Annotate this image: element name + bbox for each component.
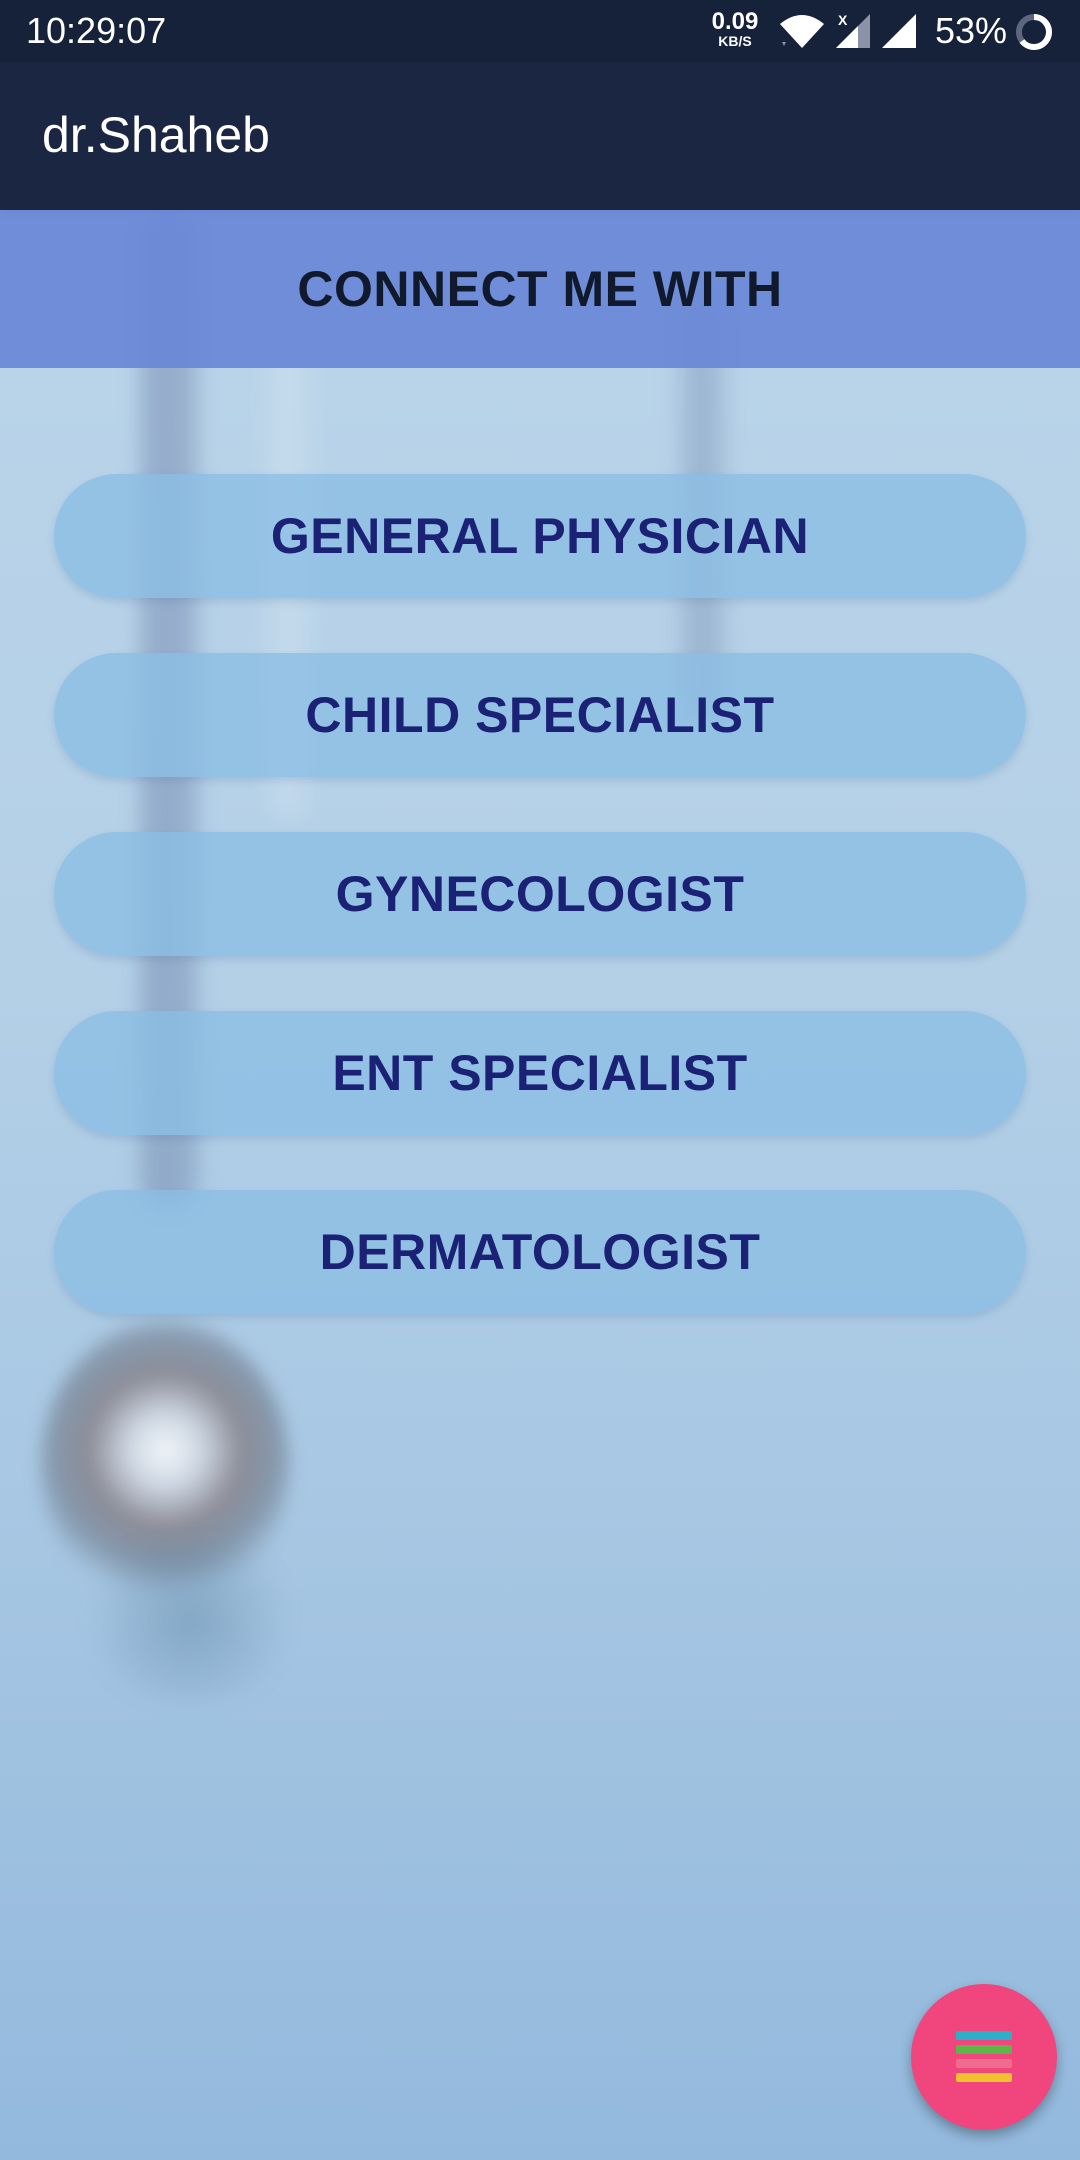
gynecologist-button[interactable]: GYNECOLOGIST <box>54 832 1026 956</box>
button-label: GENERAL PHYSICIAN <box>270 508 810 564</box>
menu-icon <box>956 2031 1012 2083</box>
app-screen: 10:29:07 0.09 KB/S X 53% dr.Shaheb CONNE… <box>0 0 1080 2160</box>
button-label: GYNECOLOGIST <box>335 866 745 922</box>
status-time: 10:29:07 <box>26 10 167 51</box>
wifi-icon <box>780 15 824 48</box>
button-label: CHILD SPECIALIST <box>305 687 775 743</box>
network-speed-value: 0.09 <box>711 8 759 35</box>
general-physician-button[interactable]: GENERAL PHYSICIAN <box>54 474 1026 598</box>
battery-percent: 53% <box>935 10 1008 51</box>
menu-bar <box>956 2045 1012 2054</box>
button-label: DERMATOLOGIST <box>319 1224 761 1280</box>
cell-signal-icon: X <box>836 12 870 48</box>
network-speed: 0.09 KB/S <box>708 8 762 49</box>
child-specialist-button[interactable]: CHILD SPECIALIST <box>54 653 1026 777</box>
ent-specialist-button[interactable]: ENT SPECIALIST <box>54 1011 1026 1135</box>
status-bar: 10:29:07 0.09 KB/S X 53% <box>0 0 1080 62</box>
specialist-list: GENERAL PHYSICIAN CHILD SPECIALIST GYNEC… <box>54 474 1026 1369</box>
button-label: ENT SPECIALIST <box>332 1045 748 1101</box>
signal-label: X <box>838 12 848 28</box>
dermatologist-button[interactable]: DERMATOLOGIST <box>54 1190 1026 1314</box>
menu-bar <box>956 2031 1012 2040</box>
menu-fab-button[interactable] <box>911 1984 1057 2130</box>
banner-title: CONNECT ME WITH <box>297 261 783 317</box>
app-title: dr.Shaheb <box>42 107 270 163</box>
cell-signal-icon <box>882 14 916 48</box>
connect-banner: CONNECT ME WITH <box>0 210 1080 368</box>
network-speed-unit: KB/S <box>718 33 752 49</box>
battery-charging-icon <box>1016 14 1052 50</box>
stethoscope-shadow <box>70 1540 310 1700</box>
app-bar: dr.Shaheb <box>0 62 1080 210</box>
menu-bar <box>956 2059 1012 2068</box>
menu-bar <box>956 2073 1012 2082</box>
